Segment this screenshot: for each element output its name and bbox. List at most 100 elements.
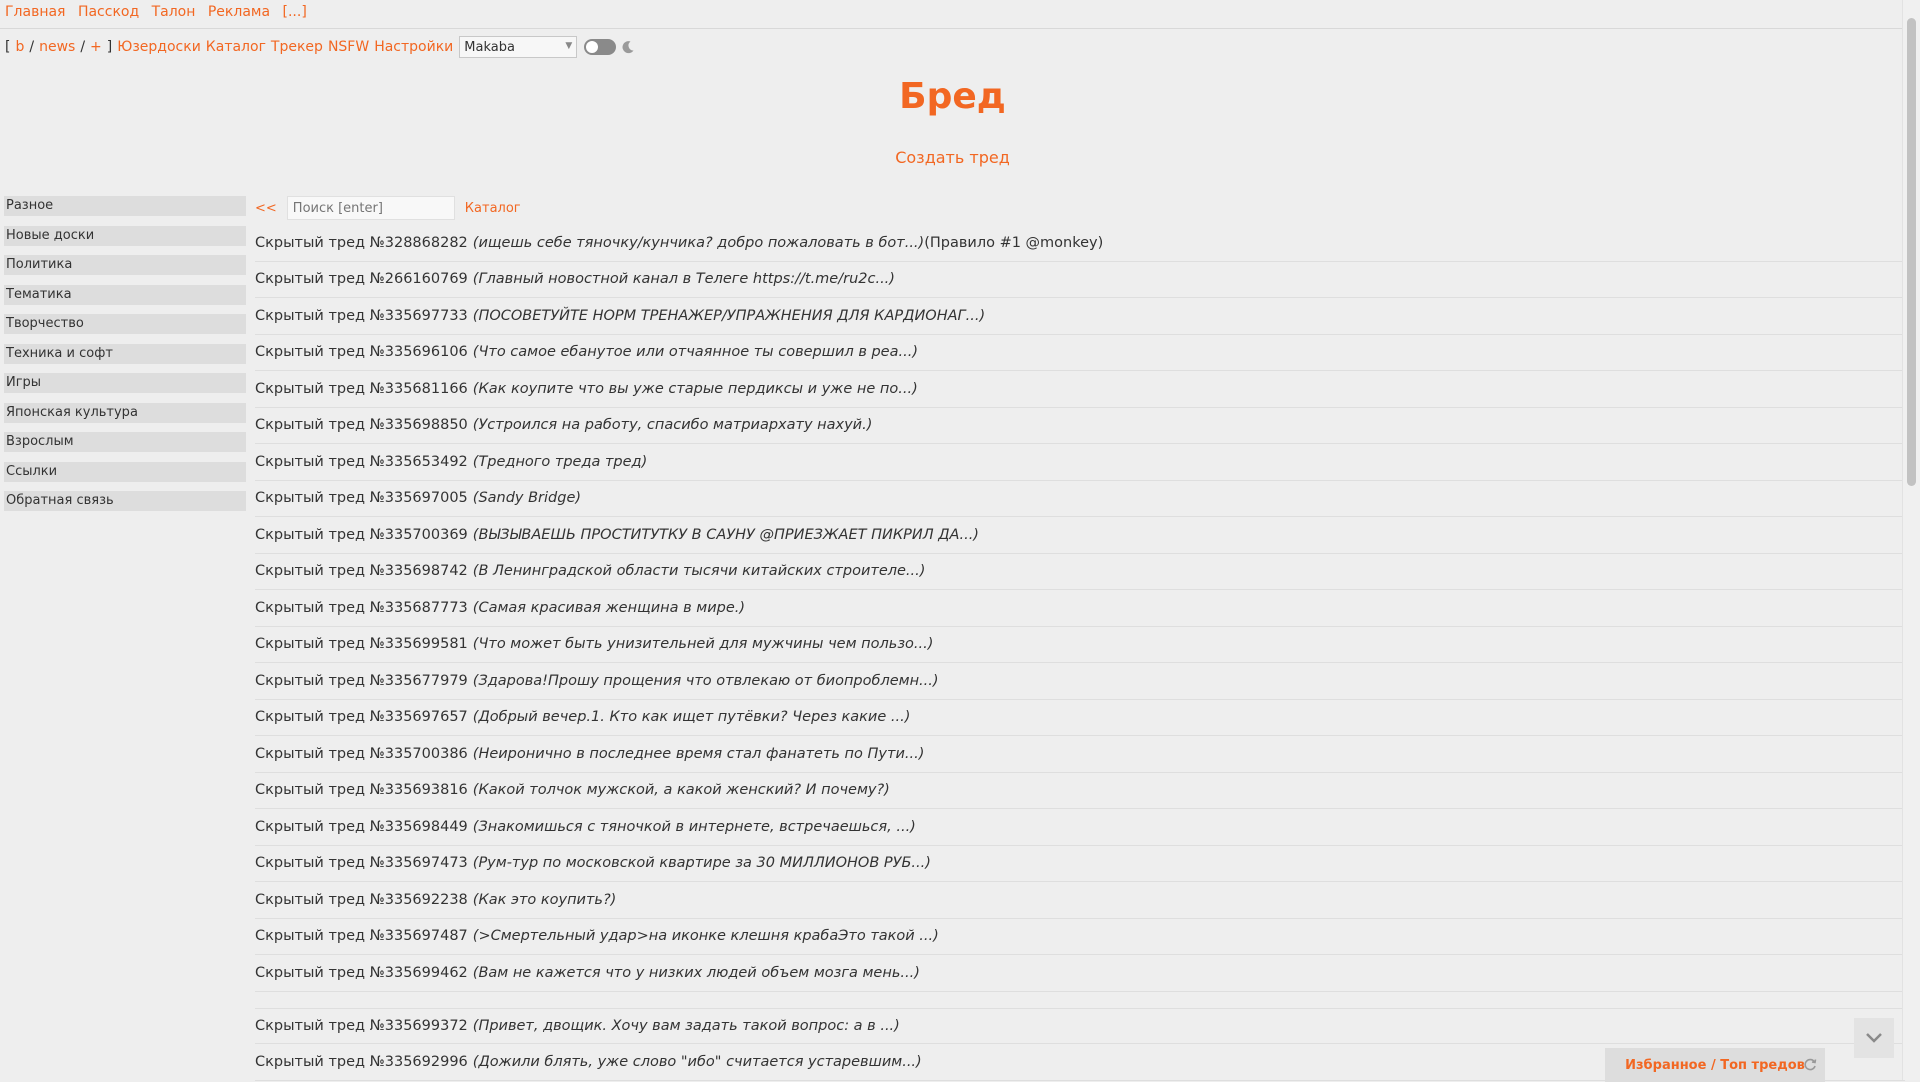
theme-toggle[interactable] (584, 39, 617, 55)
hidden-thread-row[interactable]: Скрытый тред №335699372 (Привет, двощик. … (255, 1007, 1905, 1044)
thread-label: Скрытый тред №335653492 (255, 453, 468, 470)
sidebar-item-games[interactable]: Игры (4, 373, 246, 393)
style-select[interactable]: Makaba ▼ (459, 36, 578, 58)
favorites-label: Избранное / Топ тредов (1625, 1057, 1805, 1073)
thread-subject: (Рум-тур по московской квартире за 30 МИ… (472, 855, 931, 872)
moon-icon (622, 41, 634, 54)
hidden-thread-row[interactable]: Скрытый тред №335699462 (Вам не кажется ч… (255, 955, 1905, 992)
hidden-thread-row[interactable]: Скрытый тред №335681166 (Как коупите что … (255, 371, 1905, 408)
sidebar-item-japanese[interactable]: Японская культура (4, 402, 246, 423)
thread-list: Скрытый тред №328868282 (ищешь себе тяноч… (255, 225, 1905, 1081)
top-divider (0, 28, 1902, 29)
thread-label: Скрытый тред №335697487 (255, 928, 468, 945)
scrollbar[interactable] (1902, 0, 1920, 1080)
thread-subject: (ПОСОВЕТУЙТЕ НОРМ ТРЕНАЖЕР/УПРАЖНЕНИЯ ДЛ… (472, 307, 986, 324)
hidden-thread-row[interactable]: Скрытый тред №328868282 (ищешь себе тяноч… (255, 225, 1905, 262)
hidden-thread-row[interactable]: Скрытый тред №335697005 (Sandy Bridge) (255, 481, 1905, 517)
sidebar-item-new-boards[interactable]: Новые доски (4, 225, 246, 246)
thread-label: Скрытый тред №335697005 (255, 490, 468, 507)
sidebar-item-feedback[interactable]: Обратная связь (4, 491, 246, 511)
sidebar-item-topics[interactable]: Тематика (4, 284, 246, 305)
link-nsfw[interactable]: NSFW (328, 39, 369, 55)
hidden-thread-row[interactable]: Скрытый тред №335692238 (Как это коупить?… (255, 882, 1905, 919)
hidden-thread-row[interactable]: Скрытый тред №335699581 (Что может быть у… (255, 627, 1905, 663)
create-thread-link: Создать тред (0, 148, 1905, 167)
nav-link-passcode[interactable]: Пасскод (78, 4, 139, 20)
nav-link-talon[interactable]: Талон (152, 4, 196, 20)
thread-label: Скрытый тред №335698449 (255, 818, 468, 835)
sidebar-item-misc[interactable]: Разное (4, 196, 246, 216)
hidden-thread-row[interactable]: Скрытый тред №335696106 (Что самое ебанут… (255, 335, 1905, 371)
link-userboards[interactable]: Юзердоски (117, 39, 201, 55)
thread-subject: (ищешь себе тяночку/кунчика? добро пожал… (472, 234, 925, 251)
nav-link-more[interactable]: [...] (283, 4, 307, 20)
hidden-thread-row[interactable]: Скрытый тред №335697487 (>Смертельный уда… (255, 919, 1905, 955)
thread-label: Скрытый тред №335692996 (255, 1053, 468, 1070)
toggle-knob (586, 41, 599, 53)
board-bracket-open: [ (5, 39, 11, 55)
thread-label: Скрытый тред №335699462 (255, 964, 468, 981)
board-link-b[interactable]: b (15, 39, 24, 55)
hidden-thread-row[interactable]: Скрытый тред №335698449 (Знакомишься с тя… (255, 809, 1905, 846)
thread-subject: (Привет, двощик. Хочу вам задать такой в… (472, 1017, 900, 1034)
board-link-plus[interactable]: + (90, 39, 102, 55)
thread-label: Скрытый тред №266160769 (255, 271, 468, 288)
thread-subject: (Дожили блять, уже слово "ибо" считается… (472, 1053, 922, 1070)
board-bracket-close: ] (106, 39, 113, 55)
thread-subject: (В Ленинградской области тысячи китайски… (472, 563, 926, 580)
create-thread-button[interactable]: Создать тред (895, 148, 1010, 167)
hidden-thread-row[interactable]: Скрытый тред №266160769 (Главный новостно… (255, 262, 1905, 298)
hidden-thread-row[interactable]: Скрытый тред №335687773 (Самая красивая ж… (255, 590, 1905, 627)
nav-link-main[interactable]: Главная (5, 4, 65, 20)
search-input[interactable] (286, 196, 455, 220)
thread-label: Скрытый тред №335697733 (255, 307, 468, 324)
favorites-panel[interactable]: Избранное / Топ тредов (1605, 1048, 1825, 1082)
thread-subject: (Тредного треда тред) (472, 453, 648, 470)
sidebar-item-creativity[interactable]: Творчество (4, 314, 246, 334)
hidden-thread-row[interactable]: Скрытый тред №335693816 (Какой толчок муж… (255, 773, 1905, 809)
sidebar-item-tech[interactable]: Техника и софт (4, 343, 246, 364)
thread-label: Скрытый тред №335698742 (255, 563, 468, 580)
thread-label: Скрытый тред №335693816 (255, 782, 468, 799)
thread-subject: (ВЫЗЫВАЕШЬ ПРОСТИТУТКУ В САУНУ @ПРИЕЗЖАЕ… (472, 526, 979, 543)
link-tracker[interactable]: Трекер (271, 39, 323, 55)
thread-label: Скрытый тред №335699581 (255, 636, 468, 653)
thread-subject: (Sandy Bridge) (472, 490, 582, 507)
hidden-thread-row[interactable]: Скрытый тред №335653492 (Тредного треда т… (255, 444, 1905, 481)
sidebar: Разное Новые доски Политика Тематика Тво… (4, 196, 246, 521)
thread-subject: (Главный новостной канал в Телеге https:… (472, 271, 895, 288)
thread-label: Скрытый тред №335697657 (255, 709, 468, 726)
hidden-thread-row[interactable]: Скрытый тред №335697733 (ПОСОВЕТУЙТЕ НОРМ… (255, 298, 1905, 335)
thread-label: Скрытый тред №335700386 (255, 745, 468, 762)
sidebar-item-links[interactable]: Ссылки (4, 461, 246, 482)
style-select-value: Makaba (464, 39, 515, 55)
catalog-link[interactable]: Каталог (465, 201, 521, 216)
link-settings[interactable]: Настройки (374, 39, 453, 55)
thread-subject: (Неиронично в последнее время стал фанат… (472, 745, 925, 762)
sidebar-item-politics[interactable]: Политика (4, 255, 246, 275)
thread-label: Скрытый тред №335696106 (255, 344, 468, 361)
thread-subject: (Что самое ебанутое или отчаянное ты сов… (472, 344, 918, 361)
hidden-thread-row[interactable]: Скрытый тред №335697657 (Добрый вечер.1. … (255, 700, 1905, 736)
nav-link-ads[interactable]: Реклама (208, 4, 270, 20)
refresh-icon[interactable] (1803, 1058, 1817, 1072)
board-link-news[interactable]: news (39, 39, 75, 55)
hidden-thread-row[interactable]: Скрытый тред №335677979 (Здарова!Прошу пр… (255, 663, 1905, 700)
hidden-thread-row[interactable]: Скрытый тред №335700386 (Неиронично в пос… (255, 736, 1905, 773)
thread-subject: (Самая красивая женщина в мире.) (472, 599, 746, 616)
thread-toolbar: << Каталог (255, 196, 521, 220)
thread-subject: (Здарова!Прошу прощения что отвлекаю от … (472, 672, 939, 689)
hidden-thread-row[interactable]: Скрытый тред №335698742 (В Ленинградской … (255, 554, 1905, 590)
sidebar-item-adults[interactable]: Взрослым (4, 432, 246, 452)
scroll-down-button[interactable] (1854, 1018, 1894, 1058)
thread-label: Скрытый тред №335699372 (255, 1017, 468, 1034)
thread-label: Скрытый тред №335700369 (255, 526, 468, 543)
back-link[interactable]: << (255, 201, 277, 216)
hidden-thread-row[interactable]: Скрытый тред №335697473 (Рум-тур по моско… (255, 846, 1905, 882)
chevron-down-icon (1866, 1033, 1882, 1043)
scrollbar-thumb[interactable] (1907, 18, 1916, 486)
link-catalog[interactable]: Каталог (206, 39, 266, 55)
hidden-thread-row[interactable]: Скрытый тред №335700369 (ВЫЗЫВАЕШЬ ПРОСТИ… (255, 517, 1905, 554)
thread-subject: (Какой толчок мужской, а какой женский? … (472, 782, 890, 799)
hidden-thread-row[interactable]: Скрытый тред №335698850 (Устроился на раб… (255, 408, 1905, 444)
